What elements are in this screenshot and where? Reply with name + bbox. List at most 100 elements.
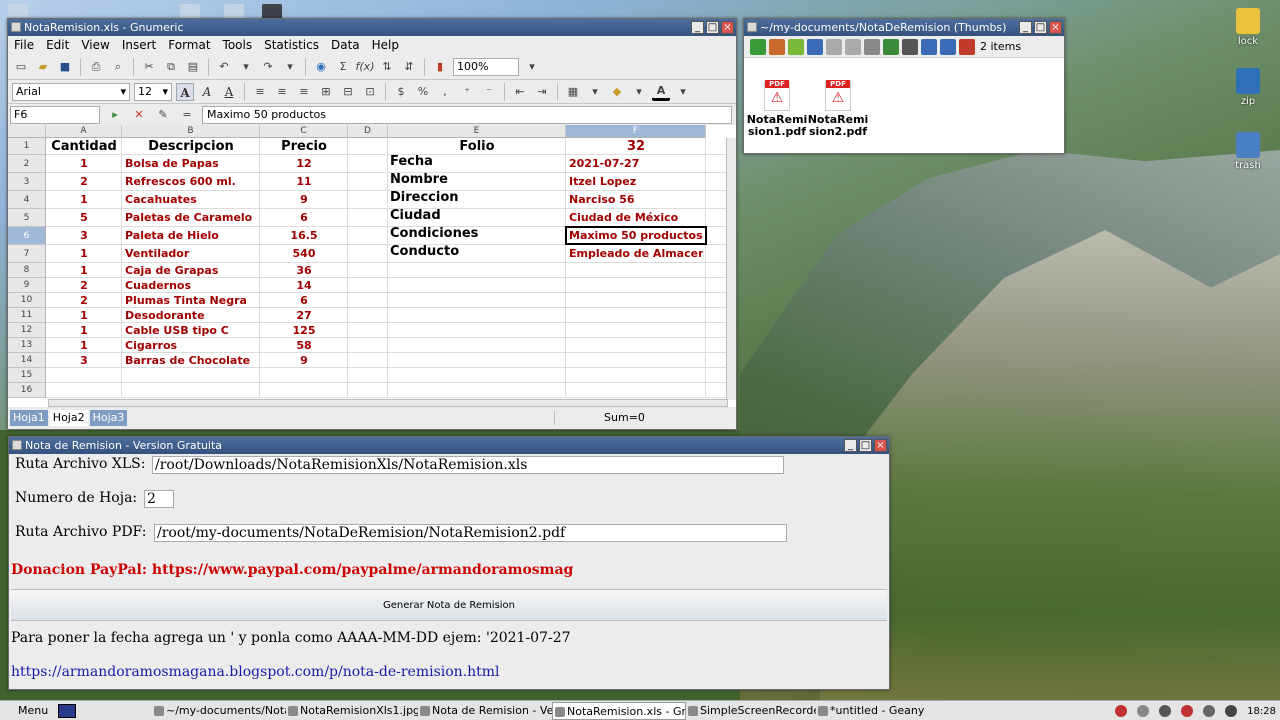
vertical-scrollbar[interactable] <box>726 138 736 400</box>
cell-precio[interactable]: 12 <box>263 155 345 173</box>
minimize-button[interactable]: _ <box>844 439 857 452</box>
cell-info-value[interactable]: Narciso 56 <box>569 191 703 209</box>
print-icon[interactable]: ⎙ <box>87 58 105 76</box>
view-list-icon[interactable] <box>864 38 880 55</box>
close-button[interactable]: × <box>721 21 734 34</box>
chevron-down-icon[interactable]: ▾ <box>586 83 604 101</box>
formula-input[interactable]: Maximo 50 productos <box>202 105 732 124</box>
show-desktop-icon[interactable] <box>58 703 76 718</box>
decrease-decimals-icon[interactable]: ⁻ <box>480 83 498 101</box>
cell-descripcion[interactable]: Paleta de Hielo <box>125 227 257 245</box>
cell-cantidad[interactable]: 1 <box>49 323 119 338</box>
task-gnumeric[interactable]: NotaRemision.xls - Gnume <box>552 701 686 720</box>
open-file-icon[interactable]: ▰ <box>34 58 52 76</box>
close-tab-icon[interactable] <box>959 38 975 55</box>
font-size-select[interactable]: 12 ▾ <box>134 82 172 101</box>
menu-format[interactable]: Format <box>168 36 210 54</box>
cell-cantidad[interactable]: 5 <box>49 209 119 227</box>
add-icon[interactable] <box>940 38 956 55</box>
tab-hoja2[interactable]: Hoja2 <box>49 410 88 426</box>
zoom-select[interactable]: 100% <box>453 57 519 76</box>
cell-cantidad[interactable]: 1 <box>49 155 119 173</box>
font-name-select[interactable]: Arial ▾ <box>12 82 130 101</box>
new-file-icon[interactable]: ▭ <box>12 58 30 76</box>
cell-cantidad[interactable]: 1 <box>49 245 119 263</box>
nota-titlebar[interactable]: Nota de Remision - Version Gratuita _ □ … <box>9 437 889 454</box>
tab-hoja1[interactable]: Hoja1 <box>10 410 48 426</box>
font-color-icon[interactable]: A <box>652 83 670 101</box>
task-file-manager[interactable]: ~/my-documents/NotaDeR <box>152 702 286 720</box>
task-geany[interactable]: *untitled - Geany <box>816 702 926 720</box>
undo-icon[interactable]: ↶ <box>215 58 233 76</box>
cell-folio-value[interactable]: 32 <box>566 138 706 155</box>
row-header[interactable]: 15 <box>8 368 46 383</box>
increase-decimals-icon[interactable]: ⁺ <box>458 83 476 101</box>
fill-color-icon[interactable]: ◆ <box>608 83 626 101</box>
cell-precio[interactable]: 540 <box>263 245 345 263</box>
underline-icon[interactable]: A <box>220 83 238 101</box>
cell-descripcion[interactable]: Refrescos 600 ml. <box>125 173 257 191</box>
cell-precio[interactable]: 16.5 <box>263 227 345 245</box>
cell-precio[interactable]: 6 <box>263 209 345 227</box>
thousands-format-icon[interactable]: , <box>436 83 454 101</box>
refresh-icon[interactable] <box>807 38 823 55</box>
align-center-icon[interactable]: ≡ <box>273 83 291 101</box>
cut-icon[interactable]: ✂ <box>140 58 158 76</box>
menu-statistics[interactable]: Statistics <box>264 36 319 54</box>
row-header[interactable]: 16 <box>8 383 46 398</box>
cell-cantidad[interactable]: 1 <box>49 263 119 278</box>
record-icon[interactable] <box>1115 705 1128 717</box>
print-preview-icon[interactable]: ⌕ <box>109 58 127 76</box>
sum-icon[interactable]: Σ <box>334 58 352 76</box>
up-icon[interactable] <box>750 38 766 55</box>
row-header[interactable]: 5 <box>8 209 46 227</box>
cell-cantidad[interactable]: 2 <box>49 173 119 191</box>
cell-header-precio[interactable]: Precio <box>263 138 345 155</box>
menu-view[interactable]: View <box>81 36 109 54</box>
cell-precio[interactable]: 58 <box>263 338 345 353</box>
row-header[interactable]: 10 <box>8 293 46 308</box>
home-icon[interactable] <box>769 38 785 55</box>
chart-icon[interactable]: ▮ <box>431 58 449 76</box>
cell-cantidad[interactable]: 2 <box>49 278 119 293</box>
save-icon[interactable]: ■ <box>56 58 74 76</box>
maximize-button[interactable]: □ <box>706 21 719 34</box>
cell-descripcion[interactable]: Caja de Grapas <box>125 263 257 278</box>
cell-cantidad[interactable]: 1 <box>49 308 119 323</box>
select-all-corner[interactable] <box>8 125 46 138</box>
cell-descripcion[interactable]: Cable USB tipo C <box>125 323 257 338</box>
spreadsheet-grid[interactable]: A B C D E F 1 2 3 4 5 6 7 8 9 10 11 12 13 14 15 16 Cantidad Des… <box>8 125 736 407</box>
xls-path-input[interactable]: /root/Downloads/NotaRemisionXls/NotaRemi… <box>152 456 784 474</box>
battery-icon[interactable] <box>1225 705 1238 717</box>
increase-indent-icon[interactable]: ⇥ <box>533 83 551 101</box>
tab-hoja3[interactable]: Hoja3 <box>89 410 128 426</box>
cell-info-label[interactable]: Nombre <box>390 171 564 189</box>
menu-data[interactable]: Data <box>331 36 360 54</box>
task-image-viewer[interactable]: NotaRemisionXls1.jpg - 1/ <box>286 702 418 720</box>
donation-link[interactable]: Donacion PayPal: https://www.paypal.com/… <box>11 562 573 578</box>
merge-cells-icon[interactable]: ⊞ <box>317 83 335 101</box>
paste-icon[interactable]: ▤ <box>184 58 202 76</box>
menu-tools[interactable]: Tools <box>223 36 253 54</box>
column-header[interactable]: F <box>566 125 706 138</box>
task-screen-recorder[interactable]: SimpleScreenRecorder <box>686 702 816 720</box>
hyperlink-icon[interactable]: ◉ <box>312 58 330 76</box>
align-left-icon[interactable]: ≡ <box>251 83 269 101</box>
undo-dropdown-icon[interactable]: ▾ <box>237 58 255 76</box>
maximize-button[interactable]: □ <box>1034 21 1047 34</box>
row-header[interactable]: 6 <box>8 227 46 245</box>
align-right-icon[interactable]: ≡ <box>295 83 313 101</box>
redo-icon[interactable]: ↷ <box>259 58 277 76</box>
sort-descending-icon[interactable]: ⇵ <box>400 58 418 76</box>
cell-descripcion[interactable]: Paletas de Caramelo <box>125 209 257 227</box>
function-wizard-icon[interactable]: ✎ <box>154 106 172 124</box>
cell-precio[interactable]: 11 <box>263 173 345 191</box>
close-button[interactable]: × <box>1049 21 1062 34</box>
cell-reference-input[interactable]: F6 <box>10 105 100 124</box>
cell-precio[interactable]: 14 <box>263 278 345 293</box>
horizontal-scrollbar[interactable] <box>48 399 728 407</box>
cell-descripcion[interactable]: Bolsa de Papas <box>125 155 257 173</box>
currency-format-icon[interactable]: $ <box>392 83 410 101</box>
column-header[interactable]: E <box>388 125 566 138</box>
decrease-indent-icon[interactable]: ⇤ <box>511 83 529 101</box>
